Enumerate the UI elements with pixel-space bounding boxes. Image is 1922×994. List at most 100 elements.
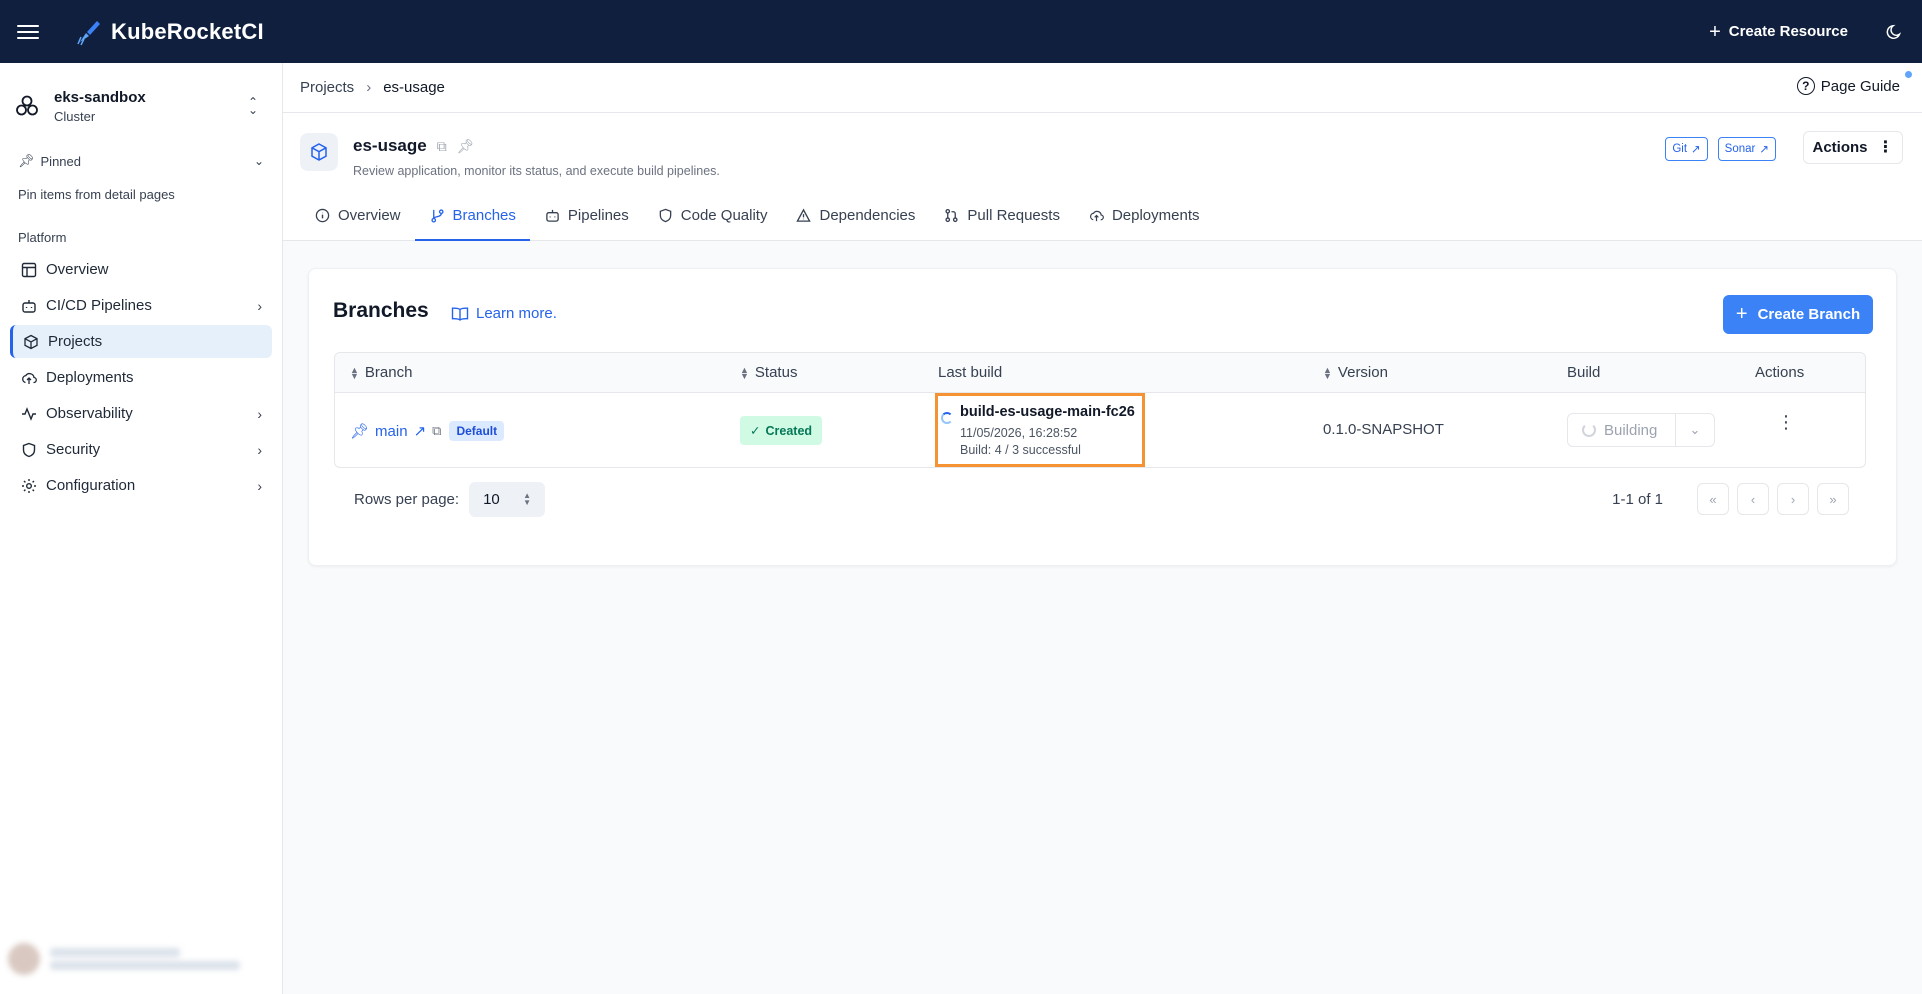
learn-more-label: Learn more. — [476, 305, 557, 322]
chevrons-up-down-icon: ▲ ▼ — [523, 491, 532, 507]
tab-overview[interactable]: Overview — [300, 191, 415, 241]
status-label: Created — [765, 423, 813, 438]
app-logo[interactable]: KubeRocketCI — [75, 18, 264, 46]
branch-name-link[interactable]: main — [375, 423, 408, 440]
chevrons-up-down-icon: ⌃ ⌄ — [247, 95, 258, 117]
help-circle-icon: ? — [1796, 77, 1815, 95]
chevron-left-icon: ‹ — [1750, 491, 1756, 507]
breadcrumb-projects-link[interactable]: Projects — [300, 79, 354, 96]
row-actions-menu[interactable]: ⋮ — [1777, 412, 1795, 432]
project-header: es-usage ⧉ 📌︎ Review application, monito… — [283, 113, 1922, 241]
last-build-name[interactable]: build-es-usage-main-fc26 — [960, 404, 1135, 420]
tab-label: Pull Requests — [967, 206, 1060, 224]
build-button[interactable]: Building — [1568, 414, 1676, 446]
column-header-status[interactable]: ▲ ▼ Status — [740, 364, 797, 381]
tab-code-quality[interactable]: Code Quality — [643, 191, 782, 241]
column-header-branch[interactable]: ▲ ▼ Branch — [350, 364, 412, 381]
git-pull-request-icon — [945, 208, 958, 222]
loading-spinner-icon — [1582, 423, 1596, 437]
shield-icon — [659, 208, 672, 222]
tab-label: Branches — [452, 206, 516, 224]
chevron-right-icon: › — [257, 297, 262, 314]
prev-page-button[interactable]: ‹ — [1737, 483, 1769, 515]
more-vertical-icon: ⋮ — [1777, 412, 1795, 432]
table-row: 📌︎ main ↗ ⧉ Default ✓ Created build-es-u… — [335, 393, 1865, 467]
status-badge: ✓ Created — [740, 416, 823, 445]
menu-icon[interactable] — [17, 24, 39, 39]
column-header-last-build: Last build — [938, 364, 1002, 381]
chevron-right-icon: › — [257, 405, 262, 422]
sidebar-item-label: Security — [46, 441, 101, 458]
external-link-icon: ↗ — [1759, 144, 1769, 156]
chevron-right-icon: › — [366, 79, 372, 96]
rows-per-page-select[interactable]: 10 ▲ ▼ — [469, 481, 546, 517]
app-name: KubeRocketCI — [111, 18, 264, 44]
column-header-version[interactable]: ▲ ▼ Version — [1323, 364, 1388, 381]
tab-label: Pipelines — [567, 206, 629, 224]
branches-table: ▲ ▼ Branch ▲ ▼ Status Last build ▲ ▼ Versio… — [334, 352, 1866, 468]
sonar-link[interactable]: Sonar ↗ — [1717, 137, 1776, 161]
check-circle-icon: ✓ — [750, 424, 761, 438]
sidebar-item-configuration[interactable]: Configuration › — [10, 469, 272, 502]
gear-icon — [20, 477, 38, 495]
build-options-dropdown[interactable]: ⌄ — [1676, 422, 1714, 438]
sidebar-item-projects[interactable]: Projects — [10, 325, 272, 358]
user-profile[interactable] — [8, 938, 274, 980]
tab-branches[interactable]: Branches — [414, 191, 530, 241]
column-label: Build — [1567, 364, 1601, 381]
sidebar-item-label: Deployments — [46, 369, 134, 386]
pagination-range: 1-1 of 1 — [1612, 490, 1663, 508]
sidebar-item-label: Observability — [46, 405, 133, 422]
first-page-button[interactable]: « — [1697, 483, 1729, 515]
sidebar-item-security[interactable]: Security › — [10, 433, 272, 466]
tab-label: Deployments — [1111, 206, 1200, 224]
project-name: es-usage — [353, 136, 427, 155]
sidebar-item-label: CI/CD Pipelines — [46, 297, 152, 314]
page-guide-label: Page Guide — [1820, 77, 1900, 95]
copy-icon[interactable]: ⧉ — [437, 138, 447, 155]
pinned-section-toggle[interactable]: 📌︎ Pinned ⌄ — [0, 151, 282, 171]
create-branch-label: Create Branch — [1757, 306, 1861, 323]
cluster-switcher[interactable]: eks-sandbox Cluster ⌃ ⌄ — [0, 63, 282, 131]
project-actions-button[interactable]: Actions ⋮ — [1803, 131, 1903, 164]
pin-icon[interactable]: 📌︎ — [457, 138, 475, 155]
tab-deployments[interactable]: Deployments — [1074, 191, 1214, 241]
default-badge: Default — [449, 421, 505, 441]
shield-icon — [20, 441, 38, 459]
create-resource-button[interactable]: + Create Resource — [1709, 22, 1848, 42]
sidebar-item-observability[interactable]: Observability › — [10, 397, 272, 430]
bot-icon — [20, 297, 38, 315]
version-value: 0.1.0-SNAPSHOT — [1323, 421, 1444, 438]
column-label: Last build — [938, 364, 1003, 381]
external-link-icon[interactable]: ↗ — [414, 422, 427, 440]
branch-cell: 📌︎ main ↗ ⧉ Default — [350, 421, 505, 441]
table-header: ▲ ▼ Branch ▲ ▼ Status Last build ▲ ▼ Versio… — [335, 353, 1865, 393]
moon-icon[interactable] — [1886, 23, 1904, 41]
page-title: es-usage ⧉ 📌︎ — [353, 136, 474, 156]
tab-pipelines[interactable]: Pipelines — [530, 191, 643, 241]
last-build-cell[interactable]: build-es-usage-main-fc26 11/05/2026, 16:… — [935, 393, 1145, 467]
page-guide-button[interactable]: ? Page Guide — [1796, 71, 1912, 95]
last-page-button[interactable]: » — [1817, 483, 1849, 515]
sonar-link-label: Sonar — [1724, 143, 1756, 155]
tab-label: Dependencies — [819, 206, 916, 224]
last-build-count: Build: 4 / 3 successful — [960, 443, 1081, 457]
sidebar-item-cicd-pipelines[interactable]: CI/CD Pipelines › — [10, 289, 272, 322]
layout-icon — [20, 261, 38, 279]
rows-per-page-value: 10 — [483, 490, 500, 508]
next-page-button[interactable]: › — [1777, 483, 1809, 515]
sidebar-item-deployments[interactable]: Deployments — [10, 361, 272, 394]
pinned-label: Pinned — [40, 153, 81, 169]
build-split-button: Building ⌄ — [1567, 413, 1715, 447]
sidebar-item-overview[interactable]: Overview — [10, 253, 272, 286]
tab-dependencies[interactable]: Dependencies — [781, 191, 929, 241]
tab-pull-requests[interactable]: Pull Requests — [929, 191, 1074, 241]
column-label: Version — [1337, 364, 1388, 381]
create-branch-button[interactable]: + Create Branch — [1723, 295, 1873, 334]
project-description: Review application, monitor its status, … — [353, 164, 720, 178]
copy-icon[interactable]: ⧉ — [432, 423, 441, 439]
git-branch-icon — [430, 208, 444, 223]
pin-icon[interactable]: 📌︎ — [350, 422, 369, 440]
git-link[interactable]: Git ↗ — [1665, 137, 1708, 161]
learn-more-link[interactable]: Learn more. — [451, 305, 557, 322]
